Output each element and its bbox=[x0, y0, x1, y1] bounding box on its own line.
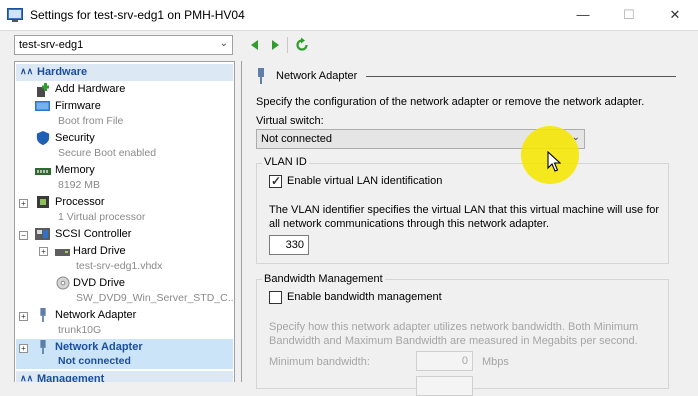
tree-item-hard-drive-detail: test-srv-edg1.vhdx bbox=[76, 260, 163, 272]
next-button[interactable] bbox=[267, 37, 283, 53]
previous-button[interactable] bbox=[247, 37, 263, 53]
close-button[interactable]: ✕ bbox=[652, 0, 698, 30]
collapse-chevron-icon: ∧∧ bbox=[20, 373, 34, 382]
vlan-description: The VLAN identifier specifies the virtua… bbox=[269, 204, 660, 230]
network-adapter-icon bbox=[258, 68, 264, 84]
enable-bandwidth-checkbox[interactable] bbox=[269, 291, 282, 304]
maximize-icon: ☐ bbox=[623, 7, 635, 22]
tree-item-network-adapter-2[interactable]: Network Adapter bbox=[55, 341, 143, 353]
checkmark-icon: ✓ bbox=[271, 174, 282, 188]
network-adapter-icon bbox=[40, 308, 46, 322]
bandwidth-description: Specify how this network adapter utilize… bbox=[269, 321, 639, 347]
enable-vlan-label[interactable]: Enable virtual LAN identification bbox=[287, 175, 442, 187]
bandwidth-group-title: Bandwidth Management bbox=[262, 273, 385, 285]
section-divider bbox=[366, 76, 676, 77]
vlan-id-value: 330 bbox=[285, 239, 304, 251]
enable-vlan-checkbox[interactable]: ✓ bbox=[269, 174, 282, 188]
minimum-bandwidth-input[interactable]: 0 bbox=[416, 351, 473, 371]
settings-tree: ∧∧ Hardware Add Hardware Firmware Boot f… bbox=[14, 61, 235, 382]
management-header-label: Management bbox=[37, 373, 105, 382]
collapse-chevron-icon: ∧∧ bbox=[20, 66, 34, 76]
title-bar: Settings for test-srv-edg1 on PMH-HV04 —… bbox=[0, 0, 698, 31]
virtual-switch-value: Not connected bbox=[261, 133, 332, 145]
processor-icon bbox=[37, 196, 49, 208]
maximum-bandwidth-input[interactable] bbox=[416, 376, 473, 396]
tree-item-network-adapter-1-detail: trunk10G bbox=[58, 324, 102, 336]
minimum-bandwidth-value: 0 bbox=[461, 355, 468, 367]
tree-item-security[interactable]: Security bbox=[55, 132, 95, 144]
tree-item-memory-detail: 8192 MB bbox=[58, 179, 101, 191]
enable-bandwidth-label[interactable]: Enable bandwidth management bbox=[287, 291, 442, 303]
hardware-section-header[interactable]: ∧∧ Hardware bbox=[16, 64, 233, 81]
tree-item-dvd-drive-detail: SW_DVD9_Win_Server_STD_C... bbox=[76, 292, 235, 304]
vm-selector-dropdown[interactable]: test-srv-edg1 ⌄ bbox=[14, 35, 233, 55]
settings-window-icon bbox=[7, 8, 23, 22]
network-adapter-icon bbox=[40, 340, 46, 354]
vlan-group-title: VLAN ID bbox=[262, 156, 309, 168]
tree-item-network-adapter-2-detail: Not connected bbox=[58, 355, 131, 367]
memory-icon bbox=[35, 168, 51, 175]
shield-icon bbox=[36, 131, 50, 145]
tree-item-add-hardware[interactable]: Add Hardware bbox=[55, 83, 125, 95]
tree-item-firmware-detail: Boot from File bbox=[58, 115, 124, 127]
tree-item-firmware[interactable]: Firmware bbox=[55, 100, 101, 112]
tree-item-hard-drive[interactable]: Hard Drive bbox=[73, 245, 126, 257]
window-title: Settings for test-srv-edg1 on PMH-HV04 bbox=[30, 8, 245, 22]
chevron-down-icon: ⌄ bbox=[219, 38, 228, 49]
tree-item-processor-detail: 1 Virtual processor bbox=[58, 211, 146, 223]
minimize-icon: — bbox=[576, 7, 590, 22]
expand-network-adapter-2-button[interactable]: + bbox=[19, 344, 28, 353]
tree-item-processor[interactable]: Processor bbox=[55, 196, 105, 208]
hardware-header-label: Hardware bbox=[37, 66, 88, 78]
scsi-controller-icon bbox=[35, 228, 50, 240]
hard-drive-icon bbox=[55, 249, 70, 256]
tree-item-dvd-drive[interactable]: DVD Drive bbox=[73, 277, 125, 289]
minimum-bandwidth-unit: Mbps bbox=[482, 356, 509, 368]
expand-processor-button[interactable]: + bbox=[19, 199, 28, 208]
mouse-pointer-icon bbox=[547, 151, 561, 172]
maximize-button[interactable]: ☐ bbox=[606, 0, 652, 30]
tree-item-scsi-controller[interactable]: SCSI Controller bbox=[55, 228, 131, 240]
tree-item-network-adapter-1[interactable]: Network Adapter bbox=[55, 309, 136, 321]
close-icon: ✕ bbox=[669, 7, 681, 22]
collapse-scsi-button[interactable]: − bbox=[19, 231, 28, 240]
dvd-drive-icon bbox=[56, 276, 70, 290]
toolbar-separator bbox=[287, 37, 288, 53]
expand-hard-drive-button[interactable]: + bbox=[39, 247, 48, 256]
tree-item-security-detail: Secure Boot enabled bbox=[58, 147, 157, 159]
tree-item-memory[interactable]: Memory bbox=[55, 164, 95, 176]
management-section-header[interactable]: ∧∧ Management bbox=[16, 371, 233, 382]
refresh-button[interactable] bbox=[294, 37, 310, 53]
section-description: Specify the configuration of the network… bbox=[256, 96, 645, 108]
firmware-icon bbox=[35, 101, 50, 111]
section-title: Network Adapter bbox=[276, 70, 358, 82]
minimum-bandwidth-label: Minimum bandwidth: bbox=[269, 356, 370, 368]
expand-network-adapter-1-button[interactable]: + bbox=[19, 312, 28, 321]
vlan-id-input[interactable]: 330 bbox=[269, 235, 309, 255]
minimize-button[interactable]: — bbox=[560, 0, 606, 30]
add-hardware-icon bbox=[37, 83, 49, 97]
virtual-switch-label: Virtual switch: bbox=[256, 115, 324, 127]
vm-selector-value: test-srv-edg1 bbox=[19, 39, 84, 51]
